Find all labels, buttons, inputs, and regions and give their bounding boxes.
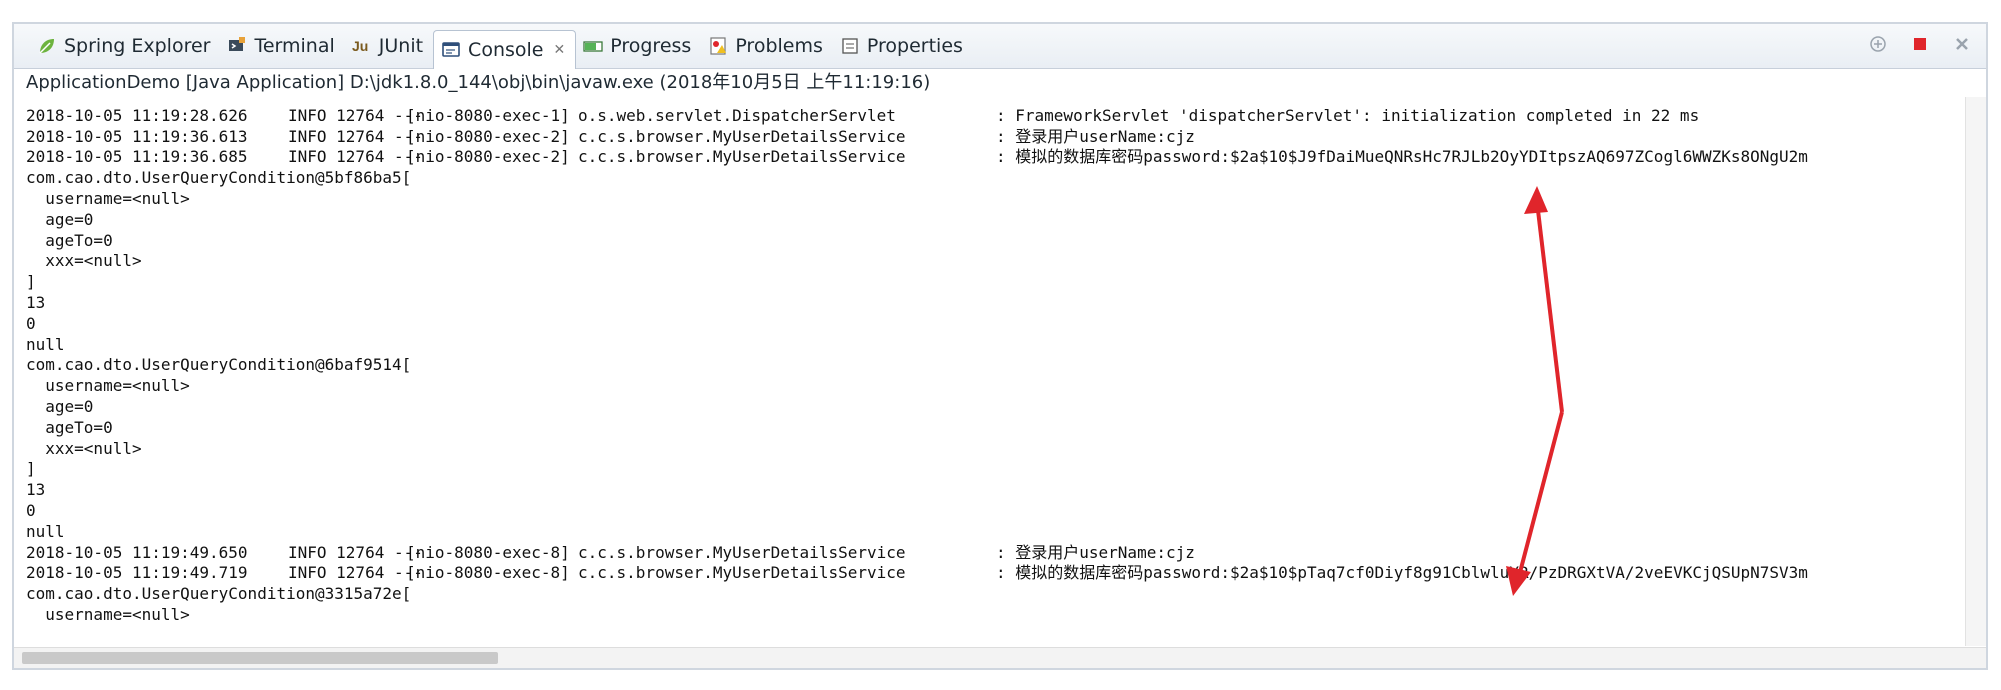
process-description: ApplicationDemo [Java Application] D:\jd… <box>26 72 931 93</box>
output-line: age=0 <box>26 209 94 229</box>
output-line: com.cao.dto.UserQueryCondition@6baf9514[ <box>26 355 412 375</box>
log-line: 2018-10-05 11:19:49.719 INFO 12764 ---[ni… <box>26 563 1808 583</box>
output-line: username=<null> <box>26 376 190 396</box>
output-line: com.cao.dto.UserQueryCondition@5bf86ba5[ <box>26 168 412 188</box>
output-line: null <box>26 334 65 354</box>
tab-label: Console <box>468 38 544 61</box>
tab-console[interactable]: Console ✕ <box>433 29 577 69</box>
junit-icon: Ju <box>351 35 373 57</box>
tab-properties[interactable]: Properties <box>833 29 973 63</box>
output-line: ] <box>26 272 36 292</box>
tab-label: Problems <box>735 35 823 57</box>
output-line: null <box>26 521 65 541</box>
terminate-icon[interactable] <box>1908 32 1932 56</box>
view-tab-bar: Spring Explorer Terminal Ju JUnit Consol… <box>14 24 1986 69</box>
spring-leaf-icon <box>36 35 58 57</box>
log-line: 2018-10-05 11:19:28.626 INFO 12764 ---[ni… <box>26 105 1700 125</box>
output-line: xxx=<null> <box>26 438 142 458</box>
pin-console-icon[interactable] <box>1866 32 1890 56</box>
console-icon <box>440 39 462 61</box>
tab-progress[interactable]: Progress <box>576 29 701 63</box>
tab-label: Spring Explorer <box>64 35 211 57</box>
clipped-log-line <box>26 97 1986 106</box>
tab-label: Progress <box>610 35 692 57</box>
remove-launch-icon[interactable] <box>1950 32 1974 56</box>
output-line: username=<null> <box>26 188 190 208</box>
progress-icon <box>582 35 604 57</box>
terminal-icon <box>226 35 248 57</box>
tab-label: JUnit <box>378 35 424 57</box>
console-toolbar <box>1866 32 1974 56</box>
output-line: 0 <box>26 500 36 520</box>
output-line: age=0 <box>26 396 94 416</box>
output-line: 13 <box>26 480 46 500</box>
output-line: ageTo=0 <box>26 230 113 250</box>
console-output[interactable]: 2018-10-05 11:19:28.626 INFO 12764 ---[ni… <box>14 97 1986 646</box>
output-line: com.cao.dto.UserQueryCondition@3315a72e[ <box>26 584 412 604</box>
vertical-scrollbar[interactable] <box>1965 97 1986 646</box>
tab-label: Properties <box>866 35 963 57</box>
tab-problems[interactable]: Problems <box>701 29 833 63</box>
svg-text:Ju: Ju <box>352 38 368 54</box>
output-line: xxx=<null> <box>26 251 142 271</box>
tab-junit[interactable]: Ju JUnit <box>345 29 433 63</box>
output-line: ageTo=0 <box>26 417 113 437</box>
scrollbar-thumb[interactable] <box>22 652 498 664</box>
properties-icon <box>839 35 861 57</box>
output-line: 13 <box>26 292 46 312</box>
output-line: username=<null> <box>26 604 190 624</box>
horizontal-scrollbar[interactable] <box>14 647 1986 668</box>
log-line: 2018-10-05 11:19:36.685 INFO 12764 ---[ni… <box>26 147 1808 167</box>
output-line: 0 <box>26 313 36 333</box>
output-line: ] <box>26 459 36 479</box>
log-line: 2018-10-05 11:19:49.650 INFO 12764 ---[ni… <box>26 542 1195 562</box>
console-view: Spring Explorer Terminal Ju JUnit Consol… <box>12 22 1988 670</box>
tab-label: Terminal <box>254 35 335 57</box>
close-icon[interactable]: ✕ <box>553 42 565 58</box>
problems-icon <box>707 35 729 57</box>
tab-terminal[interactable]: Terminal <box>220 29 344 63</box>
log-line: 2018-10-05 11:19:36.613 INFO 12764 ---[ni… <box>26 126 1195 146</box>
tab-spring-explorer[interactable]: Spring Explorer <box>30 29 220 63</box>
